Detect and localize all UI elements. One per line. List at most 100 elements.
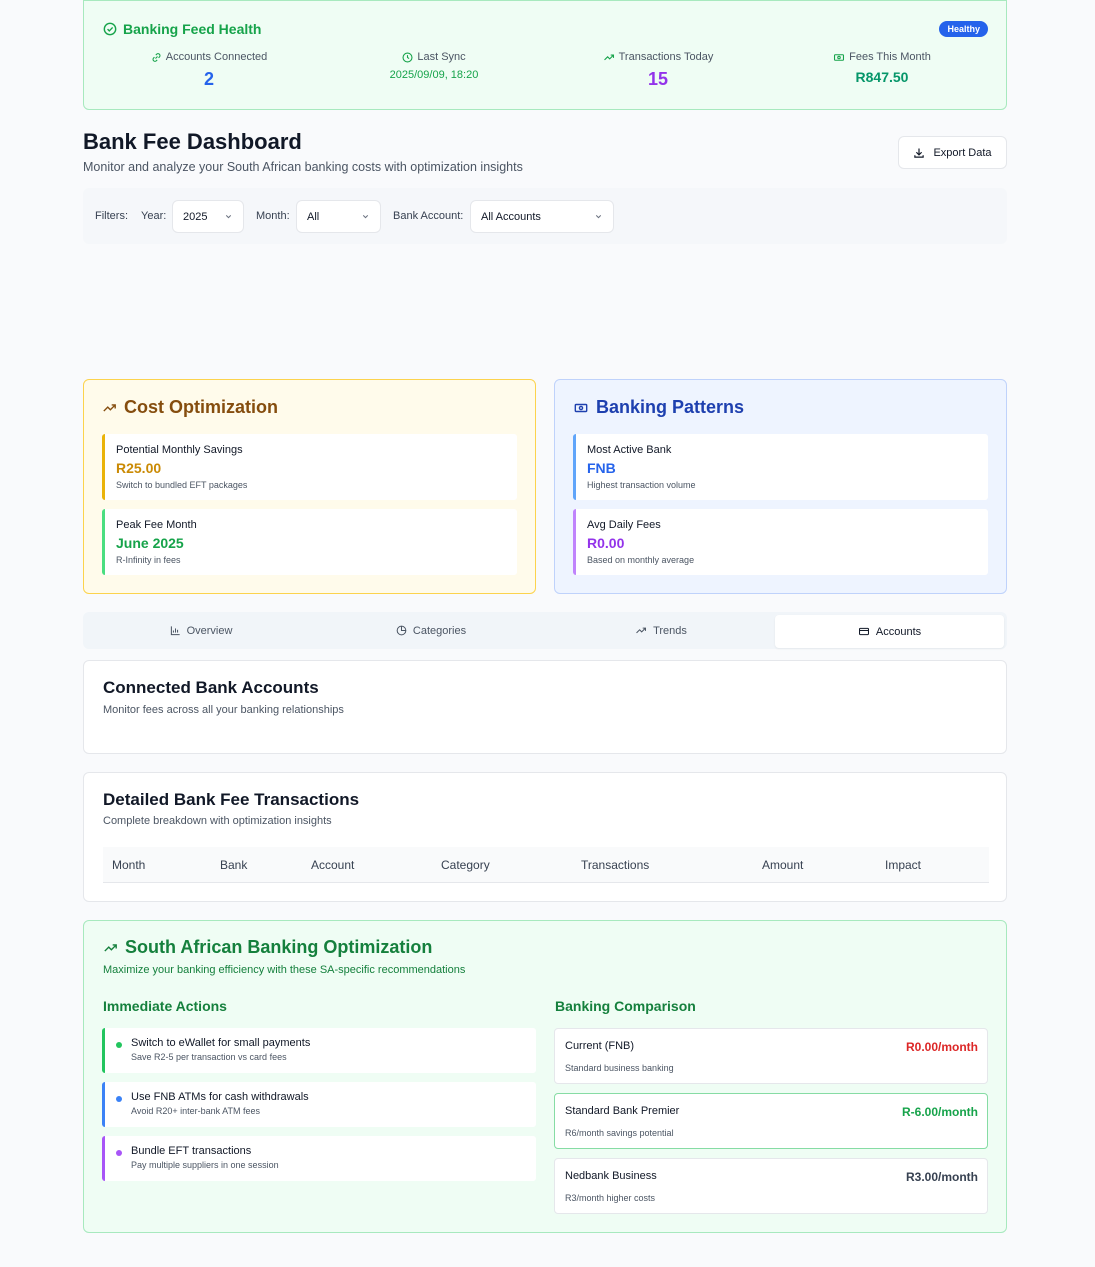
bank-name: Current (FNB) bbox=[565, 1040, 635, 1052]
year-select[interactable]: 2025 bbox=[172, 200, 244, 233]
banking-patterns-card: Banking Patterns Most Active Bank FNB Hi… bbox=[554, 379, 1007, 594]
comparison-item: Standard Bank Premier R6/month savings p… bbox=[554, 1093, 988, 1149]
comparison-item: Nedbank Business R3/month higher costs R… bbox=[554, 1158, 988, 1214]
avg-daily-fees-metric: Avg Daily Fees R0.00 Based on monthly av… bbox=[573, 509, 988, 575]
stat-label: Accounts Connected bbox=[165, 51, 268, 63]
metric-value: R0.00 bbox=[587, 535, 625, 551]
column-header-category[interactable]: Category bbox=[441, 858, 490, 872]
bank-name: Standard Bank Premier bbox=[565, 1105, 680, 1117]
clock-icon bbox=[402, 51, 413, 63]
bullet-dot bbox=[116, 1150, 122, 1156]
stat-label: Last Sync bbox=[417, 51, 466, 63]
metric-note: R-Infinity in fees bbox=[116, 555, 181, 565]
bank-note: Standard business banking bbox=[565, 1063, 674, 1073]
action-title: Use FNB ATMs for cash withdrawals bbox=[131, 1091, 309, 1103]
tab-overview[interactable]: Overview bbox=[86, 612, 316, 649]
panel-title: Detailed Bank Fee Transactions bbox=[103, 790, 360, 809]
page-subtitle: Monitor and analyze your South African b… bbox=[83, 160, 523, 174]
trending-up-icon bbox=[102, 401, 117, 415]
metric-note: Switch to bundled EFT packages bbox=[116, 480, 248, 490]
potential-savings-metric: Potential Monthly Savings R25.00 Switch … bbox=[102, 434, 517, 500]
column-header-amount[interactable]: Amount bbox=[762, 858, 803, 872]
status-badge: Healthy bbox=[939, 21, 988, 37]
bank-account-select[interactable]: All Accounts bbox=[470, 200, 614, 233]
comparison-item: Current (FNB) Standard business banking … bbox=[554, 1028, 988, 1084]
most-active-bank-metric: Most Active Bank FNB Highest transaction… bbox=[573, 434, 988, 500]
cost-optimization-card: Cost Optimization Potential Monthly Savi… bbox=[83, 379, 536, 594]
month-select[interactable]: All bbox=[296, 200, 381, 233]
bank-price: R0.00/month bbox=[905, 1040, 978, 1054]
peak-fee-month-metric: Peak Fee Month June 2025 R-Infinity in f… bbox=[102, 509, 517, 575]
stat-value: 2025/09/09, 18:20 bbox=[389, 69, 479, 81]
tab-categories[interactable]: Categories bbox=[316, 612, 546, 649]
banking-feed-health-card: Banking Feed Health Healthy Accounts Con… bbox=[83, 0, 1007, 110]
metric-label: Most Active Bank bbox=[587, 444, 672, 456]
stat-transactions-today: Transactions Today 15 bbox=[558, 51, 758, 90]
cost-optimization-title: Cost Optimization bbox=[102, 397, 278, 418]
column-header-account[interactable]: Account bbox=[311, 858, 354, 872]
trending-up-icon bbox=[635, 625, 647, 636]
bank-name: Nedbank Business bbox=[565, 1170, 657, 1182]
immediate-actions-title: Immediate Actions bbox=[103, 998, 227, 1014]
bank-price: R-6.00/month bbox=[901, 1105, 978, 1119]
column-header-impact[interactable]: Impact bbox=[885, 858, 921, 872]
metric-value: June 2025 bbox=[116, 535, 184, 551]
action-title: Switch to eWallet for small payments bbox=[131, 1037, 311, 1049]
metric-label: Potential Monthly Savings bbox=[116, 444, 243, 456]
filters-bar: Filters: Year: 2025 Month: All Bank Acco… bbox=[83, 188, 1007, 244]
banking-comparison-title: Banking Comparison bbox=[555, 998, 696, 1014]
banknote-icon bbox=[573, 401, 589, 415]
metric-label: Avg Daily Fees bbox=[587, 519, 661, 531]
tab-trends[interactable]: Trends bbox=[546, 612, 776, 649]
stat-fees-this-month: Fees This Month R847.50 bbox=[782, 51, 982, 85]
table-header: Month Bank Account Category Transactions… bbox=[103, 847, 989, 883]
column-header-month[interactable]: Month bbox=[112, 858, 145, 872]
action-item: Bundle EFT transactions Pay multiple sup… bbox=[102, 1136, 536, 1181]
optimization-subtitle: Maximize your banking efficiency with th… bbox=[103, 964, 466, 976]
year-label: Year: bbox=[141, 210, 167, 222]
download-icon bbox=[913, 147, 925, 159]
trending-up-icon bbox=[603, 52, 615, 63]
bar-chart-icon bbox=[170, 625, 181, 636]
stat-last-sync: Last Sync 2025/09/09, 18:20 bbox=[334, 51, 534, 81]
link-icon bbox=[151, 52, 162, 63]
metric-label: Peak Fee Month bbox=[116, 519, 197, 531]
action-note: Avoid R20+ inter-bank ATM fees bbox=[131, 1106, 260, 1116]
export-label: Export Data bbox=[933, 146, 992, 159]
metric-value: FNB bbox=[587, 460, 616, 476]
bank-account-label: Bank Account: bbox=[393, 210, 464, 222]
credit-card-icon bbox=[858, 626, 870, 637]
check-circle-icon bbox=[103, 22, 117, 36]
stat-label: Fees This Month bbox=[849, 51, 931, 63]
stat-label: Transactions Today bbox=[618, 51, 714, 63]
action-item: Switch to eWallet for small payments Sav… bbox=[102, 1028, 536, 1073]
stat-value: R847.50 bbox=[855, 69, 909, 85]
bank-price: R3.00/month bbox=[905, 1170, 978, 1184]
bullet-dot bbox=[116, 1042, 122, 1048]
export-data-button[interactable]: Export Data bbox=[898, 136, 1007, 169]
tab-accounts[interactable]: Accounts bbox=[775, 615, 1004, 648]
bank-note: R3/month higher costs bbox=[565, 1193, 656, 1203]
chevron-down-icon bbox=[594, 212, 603, 221]
health-title: Banking Feed Health bbox=[103, 21, 261, 37]
bullet-dot bbox=[116, 1096, 122, 1102]
connected-accounts-panel: Connected Bank Accounts Monitor fees acr… bbox=[83, 660, 1007, 754]
trending-up-icon bbox=[103, 941, 118, 955]
column-header-transactions[interactable]: Transactions bbox=[581, 858, 649, 872]
optimization-title: South African Banking Optimization bbox=[103, 937, 432, 958]
chevron-down-icon bbox=[224, 212, 233, 221]
action-note: Save R2-5 per transaction vs card fees bbox=[131, 1052, 287, 1062]
action-title: Bundle EFT transactions bbox=[131, 1145, 252, 1157]
column-header-bank[interactable]: Bank bbox=[220, 858, 247, 872]
stat-value: 15 bbox=[647, 69, 669, 89]
action-item: Use FNB ATMs for cash withdrawals Avoid … bbox=[102, 1082, 536, 1127]
filters-label: Filters: bbox=[95, 210, 128, 222]
tab-list: Overview Categories Trends Accounts bbox=[83, 612, 1007, 649]
banking-patterns-title: Banking Patterns bbox=[573, 397, 744, 418]
page-title: Bank Fee Dashboard bbox=[83, 129, 302, 154]
panel-title: Connected Bank Accounts bbox=[103, 678, 319, 697]
action-note: Pay multiple suppliers in one session bbox=[131, 1160, 279, 1170]
stat-value: 2 bbox=[203, 69, 214, 89]
chevron-down-icon bbox=[361, 212, 370, 221]
banknote-icon bbox=[833, 52, 845, 63]
